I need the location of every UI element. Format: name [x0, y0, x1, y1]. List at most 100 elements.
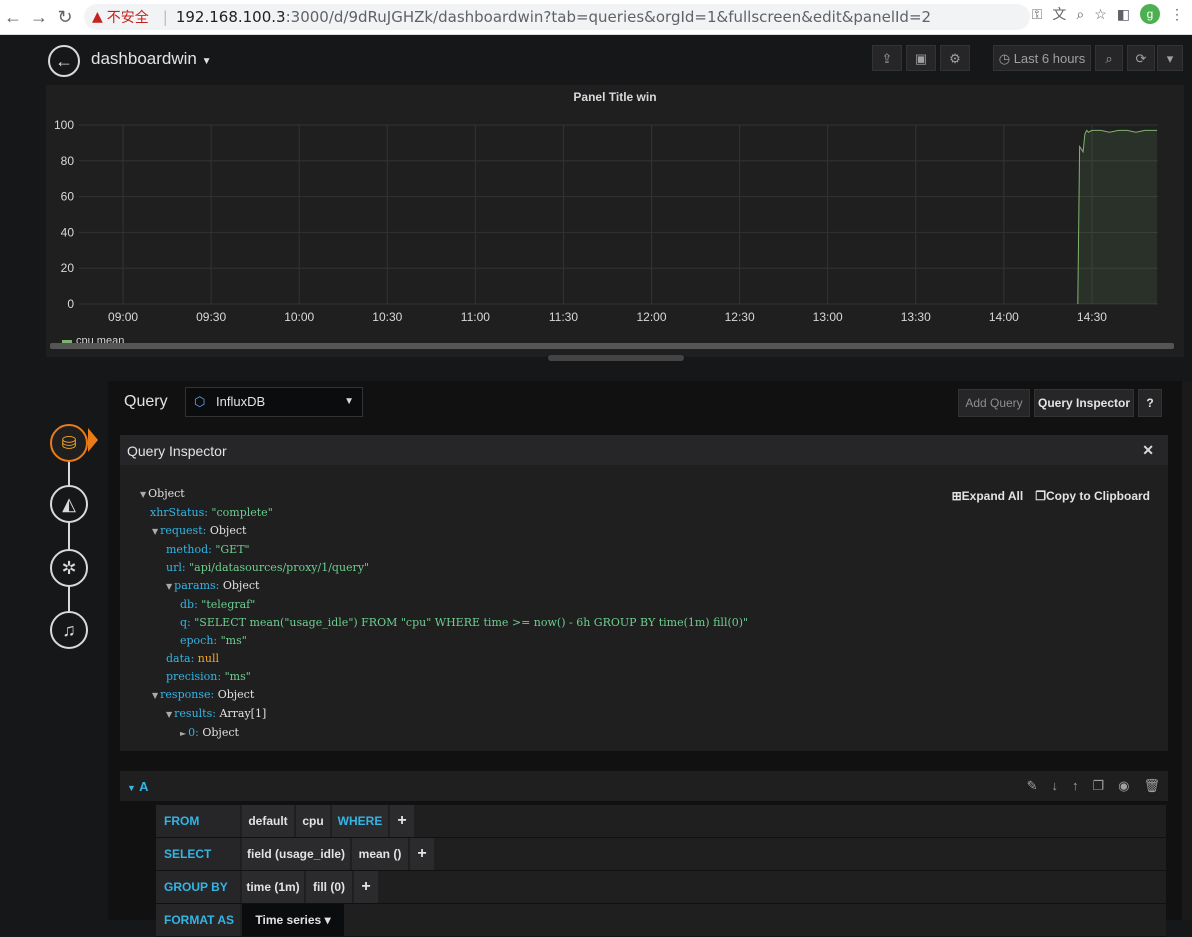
refresh-icon[interactable]: ⟳: [1127, 45, 1155, 71]
json-row: db: "telegraf": [140, 596, 748, 614]
zoom-icon[interactable]: ⌕: [1076, 6, 1084, 23]
group-by-label: GROUP BY: [156, 871, 240, 903]
query-inspector-button[interactable]: Query Inspector: [1034, 389, 1134, 417]
query-row-header[interactable]: ▼ A ✎ ↓ ↑ ❐ ◉ 🗑: [120, 771, 1168, 801]
json-row: data: null: [140, 650, 748, 668]
visualization-icon[interactable]: ◭: [50, 485, 88, 523]
settings-gear-icon[interactable]: ⚙: [940, 45, 970, 71]
star-icon[interactable]: ☆: [1094, 6, 1107, 23]
key-icon[interactable]: ⚿: [1032, 6, 1043, 23]
url-path: :3000/d/9dRuJGHZk/dashboardwin?tab=queri…: [285, 8, 932, 26]
translate-icon[interactable]: 文: [1052, 4, 1066, 24]
refresh-interval-caret-icon[interactable]: ▾: [1157, 45, 1183, 71]
copy-clipboard-button[interactable]: ❐Copy to Clipboard: [1035, 489, 1150, 503]
json-row[interactable]: ▼ results: Array[1]: [140, 705, 748, 724]
expand-all-button[interactable]: ⊞Expand All: [952, 489, 1024, 503]
json-key: xhrStatus:: [150, 506, 208, 519]
series-area: [1077, 130, 1158, 304]
warning-icon: ▲: [92, 9, 103, 25]
trash-icon[interactable]: 🗑: [1143, 778, 1160, 794]
json-key: 0:: [188, 726, 199, 739]
x-tick-label: 11:30: [549, 310, 578, 324]
query-editor: Query ⬡ InfluxDB ▼ Add Query Query Inspe…: [108, 381, 1192, 937]
json-row[interactable]: ▼ response: Object: [140, 686, 748, 705]
y-tick-label: 20: [61, 261, 75, 275]
field-segment[interactable]: field (usage_idle): [242, 838, 350, 870]
json-value: null: [197, 652, 220, 665]
general-settings-icon[interactable]: ✲: [50, 549, 88, 587]
add-group-button[interactable]: +: [354, 871, 378, 903]
menu-icon[interactable]: ⋮: [1170, 6, 1184, 23]
time-picker-button[interactable]: ◷ Last 6 hours: [993, 45, 1091, 71]
measurement-segment[interactable]: cpu: [296, 805, 330, 837]
arrow-down-icon[interactable]: ↓: [1051, 778, 1058, 794]
query-inspector-title: Query Inspector: [127, 443, 227, 459]
arrow-up-icon[interactable]: ↑: [1072, 778, 1079, 794]
save-icon[interactable]: ▣: [906, 45, 936, 71]
x-tick-label: 12:30: [725, 310, 755, 324]
expand-triangle-icon[interactable]: ▼: [166, 582, 172, 591]
pencil-icon[interactable]: ✎: [1027, 778, 1038, 794]
panel-resize-handle[interactable]: [548, 355, 684, 361]
json-key: precision:: [166, 670, 222, 683]
json-value: Object: [148, 487, 185, 500]
group-time-segment[interactable]: time (1m): [242, 871, 304, 903]
database-icon[interactable]: ⛁: [50, 424, 88, 462]
dashboard-title[interactable]: dashboardwin ▼: [91, 49, 212, 69]
json-row: precision: "ms": [140, 668, 748, 686]
format-label: FORMAT AS: [156, 904, 240, 936]
back-icon[interactable]: ←: [48, 45, 80, 77]
grafana-app: ← dashboardwin ▼ ⇪ ▣ ⚙ ◷ Last 6 hours ⌕ …: [36, 35, 1192, 937]
json-key: method:: [166, 543, 212, 556]
zoom-out-icon[interactable]: ⌕: [1095, 45, 1123, 71]
collapsed-triangle-icon[interactable]: ►: [180, 729, 186, 738]
extension-icon[interactable]: ◧: [1117, 6, 1130, 23]
json-row[interactable]: ► 0: Object: [140, 724, 748, 743]
expand-triangle-icon[interactable]: ▼: [152, 527, 158, 536]
select-label: SELECT: [156, 838, 240, 870]
eye-icon[interactable]: ◉: [1118, 778, 1129, 794]
query-row-name[interactable]: ▼ A: [127, 779, 148, 794]
json-row[interactable]: ▼ params: Object: [140, 577, 748, 596]
help-button[interactable]: ?: [1138, 389, 1162, 417]
where-segment[interactable]: WHERE: [332, 805, 388, 837]
datasource-name: InfluxDB: [216, 394, 266, 409]
json-row[interactable]: ▼ Object: [140, 485, 748, 504]
influxdb-icon: ⬡: [194, 394, 206, 409]
format-select[interactable]: Time series ▾: [242, 904, 344, 936]
y-tick-label: 40: [61, 225, 75, 239]
share-icon[interactable]: ⇪: [872, 45, 902, 71]
browser-tools: ⚿ 文 ⌕ ☆ ◧ g ⋮: [1032, 4, 1184, 24]
horizontal-scrollbar[interactable]: [50, 343, 1174, 349]
close-icon[interactable]: ✕: [1142, 442, 1154, 459]
url-separator: |: [162, 8, 168, 26]
expand-triangle-icon[interactable]: ▼: [166, 710, 172, 719]
reload-icon[interactable]: ↻: [52, 7, 78, 28]
active-tab-arrow: [88, 428, 98, 452]
datasource-select[interactable]: ⬡ InfluxDB ▼: [185, 387, 363, 417]
profile-avatar[interactable]: g: [1140, 4, 1160, 24]
json-value: "SELECT mean("usage_idle") FROM "cpu" WH…: [194, 616, 749, 629]
json-row: xhrStatus: "complete": [140, 504, 748, 522]
address-bar[interactable]: ▲ 不安全 | 192.168.100.3 :3000/d/9dRuJGHZk/…: [84, 4, 1030, 30]
alert-bell-icon[interactable]: ♫: [50, 611, 88, 649]
aggregate-segment[interactable]: mean (): [352, 838, 408, 870]
fill-segment[interactable]: fill (0): [306, 871, 352, 903]
vertical-scrollbar[interactable]: [1182, 381, 1192, 920]
duplicate-icon[interactable]: ❐: [1092, 778, 1104, 794]
group-by-row: GROUP BY time (1m) fill (0) +: [156, 871, 1166, 904]
back-arrow-icon[interactable]: ←: [0, 7, 26, 28]
expand-triangle-icon[interactable]: ▼: [152, 691, 158, 700]
json-row[interactable]: ▼ request: Object: [140, 522, 748, 541]
copy-clipboard-label: Copy to Clipboard: [1046, 489, 1150, 503]
add-select-button[interactable]: +: [410, 838, 434, 870]
x-tick-label: 11:00: [461, 310, 490, 324]
browser-toolbar: ← → ↻ ▲ 不安全 | 192.168.100.3 :3000/d/9dRu…: [0, 0, 1192, 35]
expand-triangle-icon[interactable]: ▼: [140, 490, 146, 499]
add-where-button[interactable]: +: [390, 805, 414, 837]
json-key: data:: [166, 652, 195, 665]
x-tick-label: 12:00: [637, 310, 667, 324]
add-query-button[interactable]: Add Query: [958, 389, 1030, 417]
retention-policy-segment[interactable]: default: [242, 805, 294, 837]
forward-arrow-icon[interactable]: →: [26, 7, 52, 28]
